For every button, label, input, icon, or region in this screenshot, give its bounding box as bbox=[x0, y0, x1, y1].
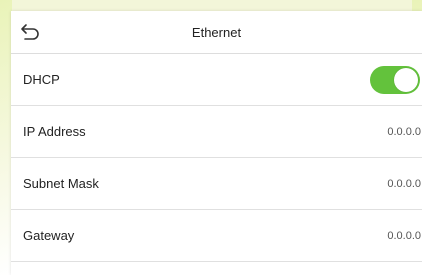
ethernet-panel: Ethernet DHCP IP Address 0.0.0.0 Subnet … bbox=[11, 11, 422, 275]
row-subnet-mask[interactable]: Subnet Mask 0.0.0.0 bbox=[11, 158, 422, 210]
page-title: Ethernet bbox=[191, 24, 242, 40]
subnet-mask-label: Subnet Mask bbox=[23, 176, 99, 191]
row-gateway[interactable]: Gateway 0.0.0.0 bbox=[11, 210, 422, 262]
back-arrow-icon bbox=[21, 24, 39, 40]
gateway-value: 0.0.0.0 bbox=[387, 229, 421, 242]
gateway-label: Gateway bbox=[23, 228, 75, 243]
ip-address-label: IP Address bbox=[23, 124, 86, 139]
toggle-knob bbox=[394, 67, 418, 92]
ip-address-value: 0.0.0.0 bbox=[387, 125, 421, 138]
row-dhcp[interactable]: DHCP bbox=[11, 54, 422, 106]
dhcp-toggle[interactable] bbox=[370, 65, 420, 94]
back-button[interactable] bbox=[20, 22, 42, 42]
dhcp-label: DHCP bbox=[23, 72, 60, 87]
header-bar: Ethernet bbox=[11, 11, 422, 54]
row-ip-address[interactable]: IP Address 0.0.0.0 bbox=[11, 106, 422, 158]
subnet-mask-value: 0.0.0.0 bbox=[387, 177, 421, 190]
